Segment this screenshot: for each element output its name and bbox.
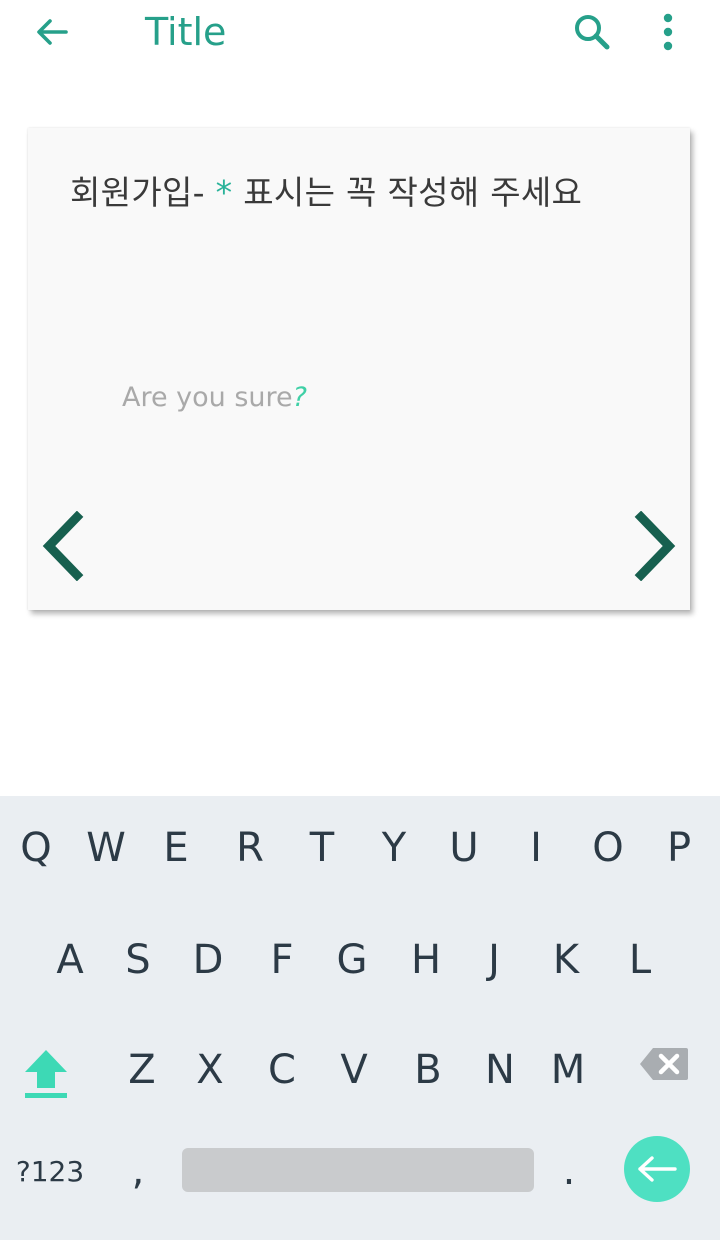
next-button[interactable]: [628, 506, 684, 586]
app-bar: Title: [0, 0, 720, 64]
period-key[interactable]: .: [544, 1146, 594, 1196]
heading-suffix: 표시는 꼭 작성해 주세요: [232, 173, 583, 212]
required-asterisk: *: [215, 173, 233, 212]
key-h[interactable]: H: [396, 930, 456, 990]
signup-card: 회원가입- * 표시는 꼭 작성해 주세요 Are you sure?: [28, 128, 690, 610]
key-q[interactable]: Q: [8, 818, 64, 878]
key-k[interactable]: K: [536, 930, 596, 990]
key-o[interactable]: O: [578, 818, 638, 878]
key-p[interactable]: P: [648, 818, 710, 878]
spacebar-key[interactable]: [182, 1148, 534, 1192]
key-w[interactable]: W: [76, 818, 136, 878]
comma-key[interactable]: ,: [112, 1146, 164, 1196]
backspace-icon: [640, 1048, 688, 1080]
search-button[interactable]: [562, 8, 622, 56]
key-y[interactable]: Y: [364, 818, 424, 878]
enter-arrow-icon: [638, 1156, 677, 1182]
key-x[interactable]: X: [180, 1040, 240, 1100]
key-b[interactable]: B: [398, 1040, 458, 1100]
key-v[interactable]: V: [324, 1040, 384, 1100]
chevron-right-icon: [634, 511, 676, 581]
shift-up-icon: [25, 1050, 67, 1098]
shift-key[interactable]: [16, 1040, 76, 1106]
more-options-button[interactable]: [640, 8, 696, 56]
key-j[interactable]: J: [464, 930, 524, 990]
key-a[interactable]: A: [40, 930, 100, 990]
symbols-key[interactable]: ?123: [10, 1146, 90, 1196]
enter-key[interactable]: [624, 1136, 690, 1202]
more-vertical-icon: [663, 13, 673, 51]
key-d[interactable]: D: [178, 930, 238, 990]
back-button[interactable]: [24, 8, 80, 56]
question-mark: ?: [292, 382, 308, 413]
search-icon: [575, 15, 610, 50]
key-m[interactable]: M: [538, 1040, 598, 1100]
key-i[interactable]: I: [506, 818, 566, 878]
key-t[interactable]: T: [292, 818, 352, 878]
previous-button[interactable]: [34, 506, 90, 586]
key-n[interactable]: N: [470, 1040, 530, 1100]
key-u[interactable]: U: [434, 818, 494, 878]
question-label: Are you sure: [122, 382, 293, 413]
key-c[interactable]: C: [252, 1040, 312, 1100]
key-g[interactable]: G: [322, 930, 382, 990]
heading-prefix: 회원가입-: [70, 173, 216, 212]
key-e[interactable]: E: [146, 818, 206, 878]
key-r[interactable]: R: [220, 818, 280, 878]
key-z[interactable]: Z: [112, 1040, 172, 1100]
soft-keyboard: Q W E R T Y U I O P A S D F G H J K L Z …: [0, 796, 720, 1240]
arrow-left-icon: [37, 19, 68, 45]
key-l[interactable]: L: [610, 930, 670, 990]
question-text: Are you sure?: [122, 378, 307, 418]
key-f[interactable]: F: [252, 930, 312, 990]
backspace-key[interactable]: [632, 1040, 696, 1088]
key-s[interactable]: S: [108, 930, 168, 990]
page-title: Title: [145, 10, 227, 54]
chevron-left-icon: [42, 511, 84, 581]
card-heading: 회원가입- * 표시는 꼭 작성해 주세요: [70, 170, 582, 216]
